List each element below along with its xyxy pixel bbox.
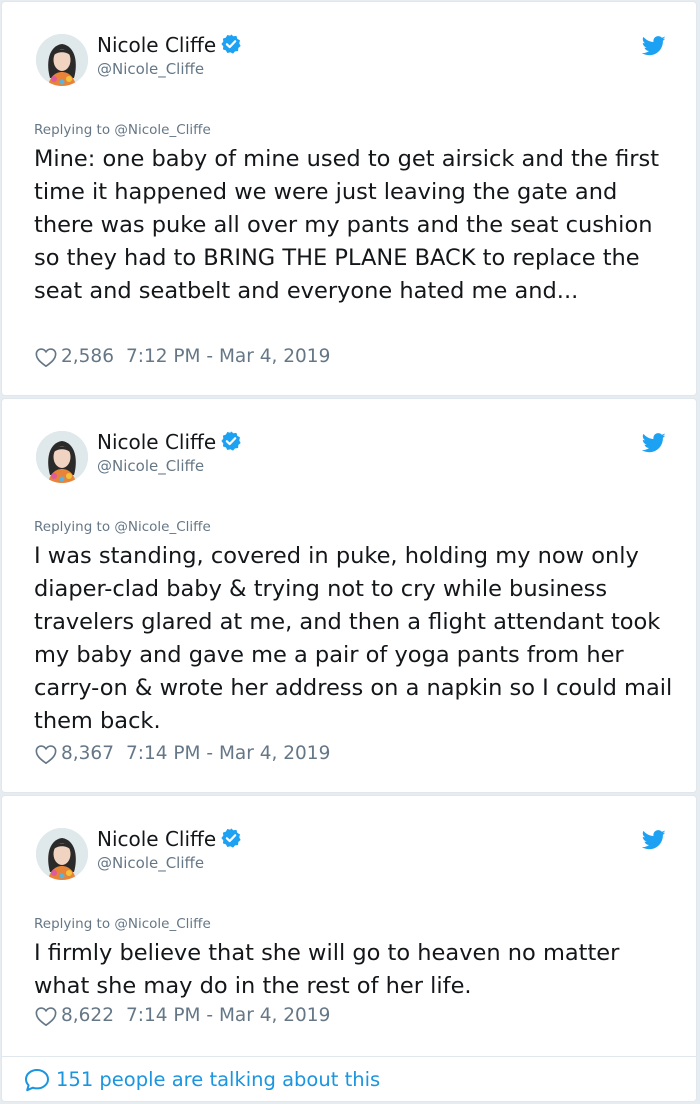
heart-outline-icon[interactable] xyxy=(35,1006,57,1027)
replying-to-label[interactable]: Replying to @Nicole_Cliffe xyxy=(34,121,211,139)
verified-badge-icon xyxy=(221,431,241,451)
author-name[interactable]: Nicole Cliffe xyxy=(97,33,216,57)
author-handle[interactable]: @Nicole_Cliffe xyxy=(97,59,204,79)
author-name[interactable]: Nicole Cliffe xyxy=(97,430,216,454)
tweet-text: I was standing, covered in puke, holding… xyxy=(34,543,673,734)
avatar[interactable] xyxy=(36,34,88,86)
speech-bubble-icon xyxy=(25,1069,49,1092)
author-name-row[interactable]: Nicole Cliffe xyxy=(97,826,242,852)
twitter-bird-icon[interactable] xyxy=(642,432,666,454)
heart-outline-icon[interactable] xyxy=(35,744,57,765)
author-name-row[interactable]: Nicole Cliffe xyxy=(97,32,242,58)
twitter-bird-icon[interactable] xyxy=(642,35,666,57)
verified-badge-icon xyxy=(221,34,241,54)
author-name[interactable]: Nicole Cliffe xyxy=(97,827,216,851)
tweet-card[interactable]: Nicole Cliffe @Nicole_Cliffe Replying to… xyxy=(1,795,697,1057)
tweet-card[interactable]: Nicole Cliffe @Nicole_Cliffe Replying to… xyxy=(1,398,697,793)
conversation-footer[interactable]: 151 people are talking about this xyxy=(1,1056,697,1102)
timestamp[interactable]: 7:14 PM - Mar 4, 2019 xyxy=(126,742,330,766)
timestamp[interactable]: 7:14 PM - Mar 4, 2019 xyxy=(126,1004,330,1028)
author-handle[interactable]: @Nicole_Cliffe xyxy=(97,456,204,476)
replying-to-label[interactable]: Replying to @Nicole_Cliffe xyxy=(34,915,211,933)
verified-badge-icon xyxy=(221,828,241,848)
like-count[interactable]: 8,367 xyxy=(61,742,114,766)
avatar[interactable] xyxy=(36,431,88,483)
tweet-card[interactable]: Nicole Cliffe @Nicole_Cliffe Replying to… xyxy=(1,1,697,396)
like-count[interactable]: 2,586 xyxy=(61,345,114,369)
heart-outline-icon[interactable] xyxy=(35,347,57,368)
avatar[interactable] xyxy=(36,828,88,880)
tweet-meta: 8,622 7:14 PM - Mar 4, 2019 xyxy=(35,1004,330,1028)
like-count[interactable]: 8,622 xyxy=(61,1004,114,1028)
tweet-meta: 8,367 7:14 PM - Mar 4, 2019 xyxy=(35,742,330,766)
tweet-meta: 2,586 7:12 PM - Mar 4, 2019 xyxy=(35,345,330,369)
author-handle[interactable]: @Nicole_Cliffe xyxy=(97,853,204,873)
twitter-bird-icon[interactable] xyxy=(642,829,666,851)
conversation-count-link[interactable]: 151 people are talking about this xyxy=(56,1067,380,1093)
replying-to-label[interactable]: Replying to @Nicole_Cliffe xyxy=(34,518,211,536)
tweet-text: I firmly believe that she will go to hea… xyxy=(34,940,620,999)
timestamp[interactable]: 7:12 PM - Mar 4, 2019 xyxy=(126,345,330,369)
author-name-row[interactable]: Nicole Cliffe xyxy=(97,429,242,455)
tweet-text: Mine: one baby of mine used to get airsi… xyxy=(34,146,660,304)
